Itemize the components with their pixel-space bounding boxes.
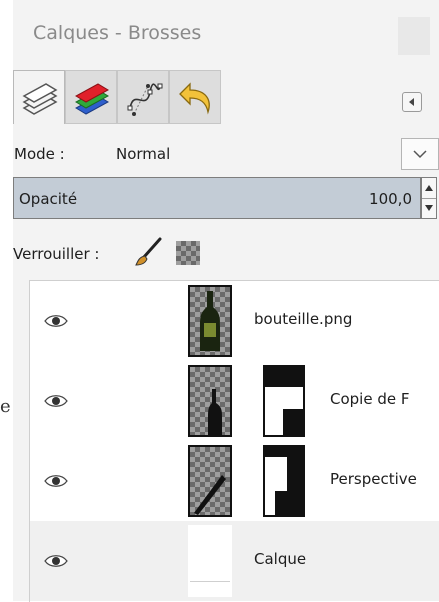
lock-row: Verrouiller :: [13, 233, 439, 273]
undo-icon: [179, 82, 210, 115]
dock-close-button[interactable]: [398, 17, 430, 55]
opacity-decrement-button[interactable]: [422, 198, 436, 218]
layer-thumbnail[interactable]: [188, 445, 232, 517]
layers-brushes-dock: Calques - Brosses Mode: Normal Opacité …: [13, 0, 439, 602]
layer-name: Copie de F: [330, 390, 410, 408]
opacity-slider[interactable]: Opacité 100,0: [13, 177, 421, 219]
chevron-down-icon: [413, 150, 427, 159]
bottle-silhouette-icon: [208, 389, 222, 435]
layer-row[interactable]: Copie de F: [30, 361, 439, 441]
layer-mask-thumbnail[interactable]: [263, 365, 305, 437]
tab-menu-button[interactable]: [402, 92, 422, 112]
layer-mask-thumbnail[interactable]: [263, 445, 305, 517]
mode-value[interactable]: Normal: [116, 145, 170, 163]
layers-icon: [22, 83, 58, 115]
eye-icon[interactable]: [44, 394, 68, 408]
tilted-bottle-icon: [194, 475, 226, 515]
dock-title-bar: Calques - Brosses: [13, 0, 439, 64]
tab-channels[interactable]: [65, 70, 117, 124]
mode-label: Mode :: [14, 145, 65, 163]
lock-label: Verrouiller :: [13, 245, 100, 263]
layer-mode-row: Mode : Normal: [13, 132, 439, 174]
eye-icon[interactable]: [44, 314, 68, 328]
tab-paths[interactable]: [117, 70, 169, 124]
lock-pixels-brush-icon[interactable]: [130, 237, 164, 269]
arrow-down-icon: [425, 205, 433, 211]
paths-icon: [127, 83, 163, 116]
layer-thumbnail[interactable]: [188, 525, 232, 597]
stray-text: e: [0, 396, 11, 417]
layer-row[interactable]: Perspective: [30, 441, 439, 521]
bottle-icon: [200, 291, 220, 351]
lock-alpha-icon[interactable]: [176, 241, 200, 265]
dock-tab-bar: [13, 66, 439, 126]
dock-title: Calques - Brosses: [33, 22, 202, 44]
layer-thumbnail[interactable]: [188, 365, 232, 437]
opacity-spinner: [421, 177, 437, 219]
tab-layers[interactable]: [13, 70, 65, 124]
eye-icon[interactable]: [44, 554, 68, 568]
channels-icon: [74, 83, 110, 115]
layer-name: Perspective: [330, 470, 417, 488]
layer-name: bouteille.png: [254, 310, 353, 328]
layer-row[interactable]: bouteille.png: [30, 281, 439, 361]
arrow-up-icon: [425, 185, 433, 191]
tab-menu-icon: [409, 98, 414, 106]
layer-thumbnail[interactable]: [188, 285, 232, 357]
eye-icon[interactable]: [44, 474, 68, 488]
mode-dropdown-button[interactable]: [401, 138, 439, 170]
tab-undo-history[interactable]: [169, 70, 221, 124]
layer-row-selected[interactable]: Calque: [30, 521, 439, 601]
opacity-label: Opacité: [19, 190, 78, 208]
layers-list: bouteille.png Copie de F Perspective Cal…: [29, 280, 439, 602]
layer-name: Calque: [254, 550, 307, 568]
opacity-increment-button[interactable]: [422, 178, 436, 199]
opacity-value: 100,0: [369, 190, 412, 208]
